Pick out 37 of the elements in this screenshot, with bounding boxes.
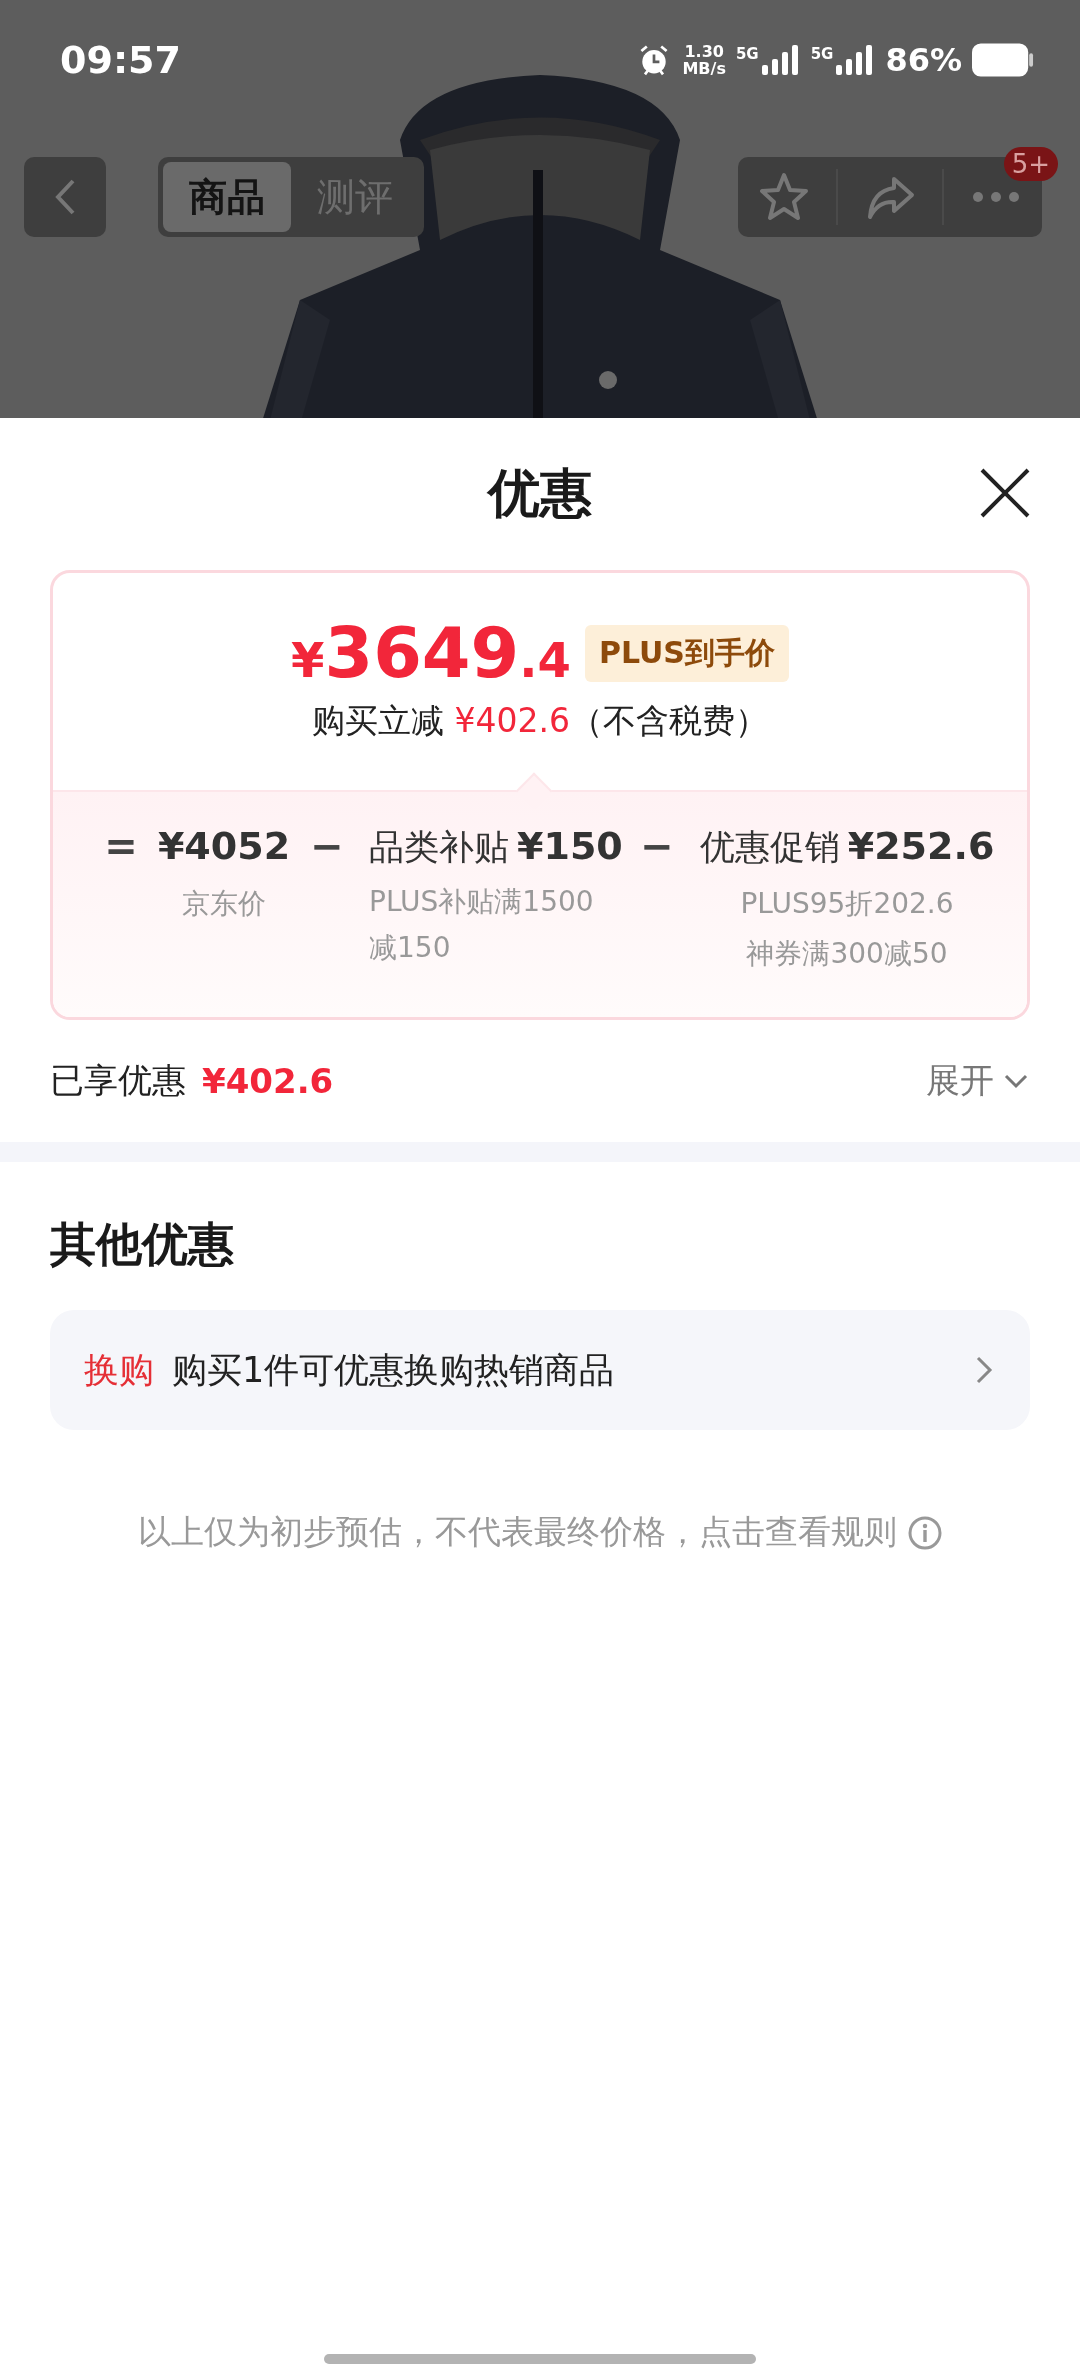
network-type: 5G: [810, 45, 834, 63]
operator: =: [103, 822, 139, 871]
back-button[interactable]: [24, 157, 106, 237]
notification-badge: 5+: [1003, 147, 1058, 181]
info-icon[interactable]: [906, 1514, 943, 1551]
close-icon[interactable]: [978, 466, 1032, 520]
reduction-text: 购买立减 ¥402.6（不含税费）: [312, 700, 768, 742]
enjoyed-amount: ¥402.6: [202, 1061, 334, 1101]
section-title: 其他优惠: [50, 1216, 235, 1272]
offer-text: 购买1件可优惠换购热销商品: [172, 1348, 615, 1392]
breakdown-amount: ¥252.6: [847, 823, 995, 870]
tab[interactable]: 商品: [163, 162, 291, 232]
battery-icon: [972, 43, 1034, 77]
breakdown-note: 京东价: [182, 886, 266, 922]
breakdown-amount: ¥4052: [157, 823, 291, 870]
battery-percent: 86%: [885, 41, 962, 79]
breakdown-label: 品类补贴: [369, 826, 509, 869]
offer-row[interactable]: 换购 购买1件可优惠换购热销商品: [50, 1310, 1030, 1430]
network-speed: 1.30: [684, 43, 724, 60]
breakdown-note: PLUS95折202.6: [740, 886, 954, 922]
breakdown-note: PLUS补贴满1500减150: [369, 884, 595, 966]
enjoyed-label: 已享优惠: [50, 1059, 186, 1102]
speed-unit: MB/s: [682, 60, 726, 77]
disclaimer-text[interactable]: 以上仅为初步预估，不代表最终价格，点击查看规则: [137, 1510, 897, 1555]
sheet-title: 优惠: [488, 462, 592, 525]
offer-tag: 换购: [84, 1346, 154, 1394]
breakdown-amount: ¥150: [517, 823, 623, 870]
expand-toggle[interactable]: 展开: [926, 1058, 1030, 1104]
operator: −: [309, 822, 345, 871]
network-type: 5G: [735, 45, 759, 63]
back-icon: [53, 177, 77, 217]
price-tag: PLUS到手价: [584, 624, 789, 682]
status-time: 09:57: [60, 38, 181, 82]
breakdown-note: 神券满300减50: [746, 936, 948, 972]
breakdown-label: 优惠促销: [699, 826, 840, 869]
final-price: ¥3649.4: [291, 612, 571, 694]
signal-icon: [760, 45, 801, 75]
